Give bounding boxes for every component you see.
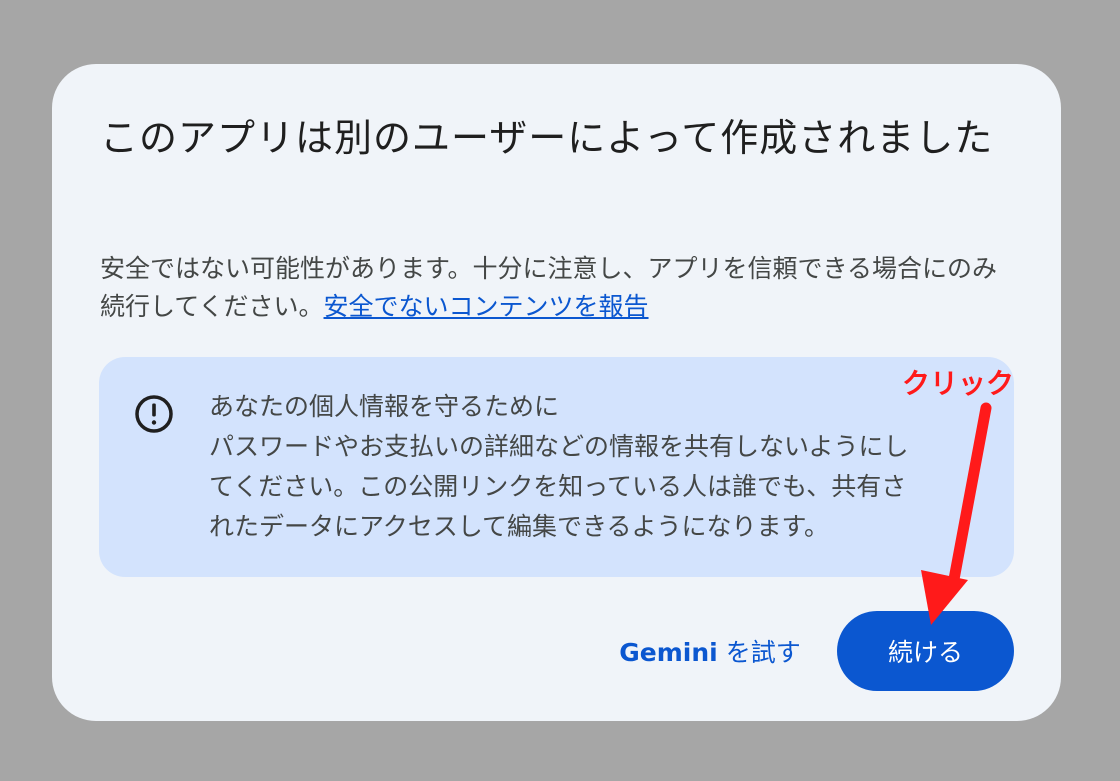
alert-circle-icon: [135, 395, 173, 433]
info-line: あなたの個人情報を守るために: [209, 392, 560, 421]
report-unsafe-content-link[interactable]: 安全でないコンテンツを報告: [324, 292, 649, 321]
continue-button[interactable]: 続ける: [837, 611, 1014, 691]
info-line: れたデータにアクセスして編集できるようになります。: [209, 512, 830, 541]
dialog-title: このアプリは別のユーザーによって作成されました: [100, 116, 994, 160]
privacy-info-text: あなたの個人情報を守るために パスワードやお支払いの詳細などの情報を共有しないよ…: [209, 387, 979, 547]
gemini-brand-label: Gemini: [619, 638, 718, 667]
dialog-body: 安全ではない可能性があります。十分に注意し、アプリを信頼できる場合にのみ続行して…: [100, 250, 1020, 326]
privacy-info-box: あなたの個人情報を守るために パスワードやお支払いの詳細などの情報を共有しないよ…: [99, 357, 1014, 577]
info-line: パスワードやお支払いの詳細などの情報を共有しないようにし: [209, 432, 909, 461]
info-line: てください。この公開リンクを知っている人は誰でも、共有さ: [209, 472, 907, 501]
try-label: を試す: [717, 638, 801, 667]
click-annotation-label: クリック: [902, 367, 1015, 400]
try-gemini-button[interactable]: Gemini を試す: [600, 612, 820, 690]
